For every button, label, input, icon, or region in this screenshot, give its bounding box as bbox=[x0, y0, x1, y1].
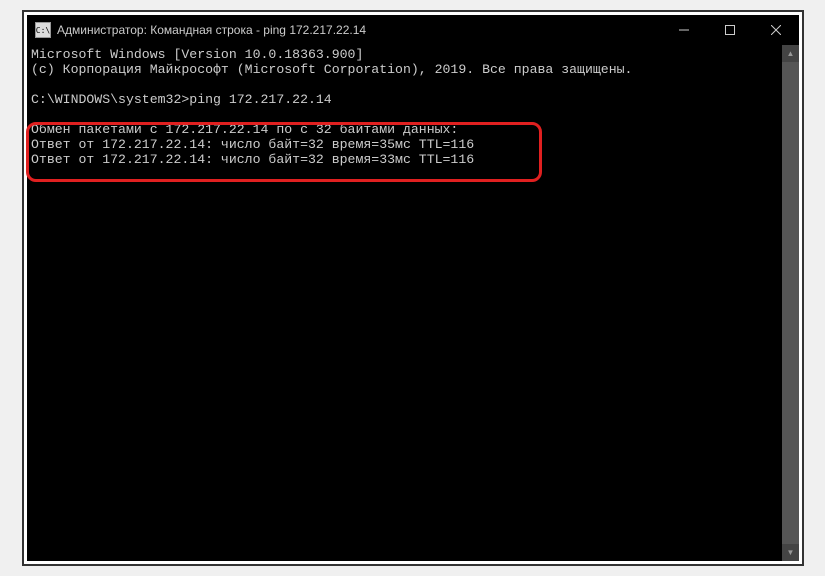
maximize-icon bbox=[725, 25, 735, 35]
reply-line-1: Ответ от 172.217.22.14: число байт=32 вр… bbox=[31, 137, 474, 152]
exchange-line: Обмен пакетами с 172.217.22.14 по с 32 б… bbox=[31, 122, 458, 137]
window-frame: C:\ Администратор: Командная строка - pi… bbox=[22, 10, 804, 566]
console-output[interactable]: Microsoft Windows [Version 10.0.18363.90… bbox=[27, 45, 782, 561]
cmd-window: C:\ Администратор: Командная строка - pi… bbox=[27, 15, 799, 561]
window-title: Администратор: Командная строка - ping 1… bbox=[57, 23, 661, 37]
copyright-line: (c) Корпорация Майкрософт (Microsoft Cor… bbox=[31, 62, 632, 77]
close-button[interactable] bbox=[753, 15, 799, 45]
chevron-up-icon: ▲ bbox=[787, 49, 795, 58]
scroll-down-button[interactable]: ▼ bbox=[782, 544, 799, 561]
version-line: Microsoft Windows [Version 10.0.18363.90… bbox=[31, 47, 363, 62]
vertical-scrollbar[interactable]: ▲ ▼ bbox=[782, 45, 799, 561]
maximize-button[interactable] bbox=[707, 15, 753, 45]
scroll-thumb[interactable] bbox=[782, 62, 799, 544]
cmd-icon: C:\ bbox=[35, 22, 51, 38]
close-icon bbox=[771, 25, 781, 35]
reply-line-2: Ответ от 172.217.22.14: число байт=32 вр… bbox=[31, 152, 474, 167]
window-controls bbox=[661, 15, 799, 45]
scroll-up-button[interactable]: ▲ bbox=[782, 45, 799, 62]
minimize-icon bbox=[679, 25, 689, 35]
scroll-track[interactable] bbox=[782, 62, 799, 544]
titlebar[interactable]: C:\ Администратор: Командная строка - pi… bbox=[27, 15, 799, 45]
minimize-button[interactable] bbox=[661, 15, 707, 45]
chevron-down-icon: ▼ bbox=[787, 548, 795, 557]
console-area: Microsoft Windows [Version 10.0.18363.90… bbox=[27, 45, 799, 561]
prompt-line: C:\WINDOWS\system32>ping 172.217.22.14 bbox=[31, 92, 332, 107]
